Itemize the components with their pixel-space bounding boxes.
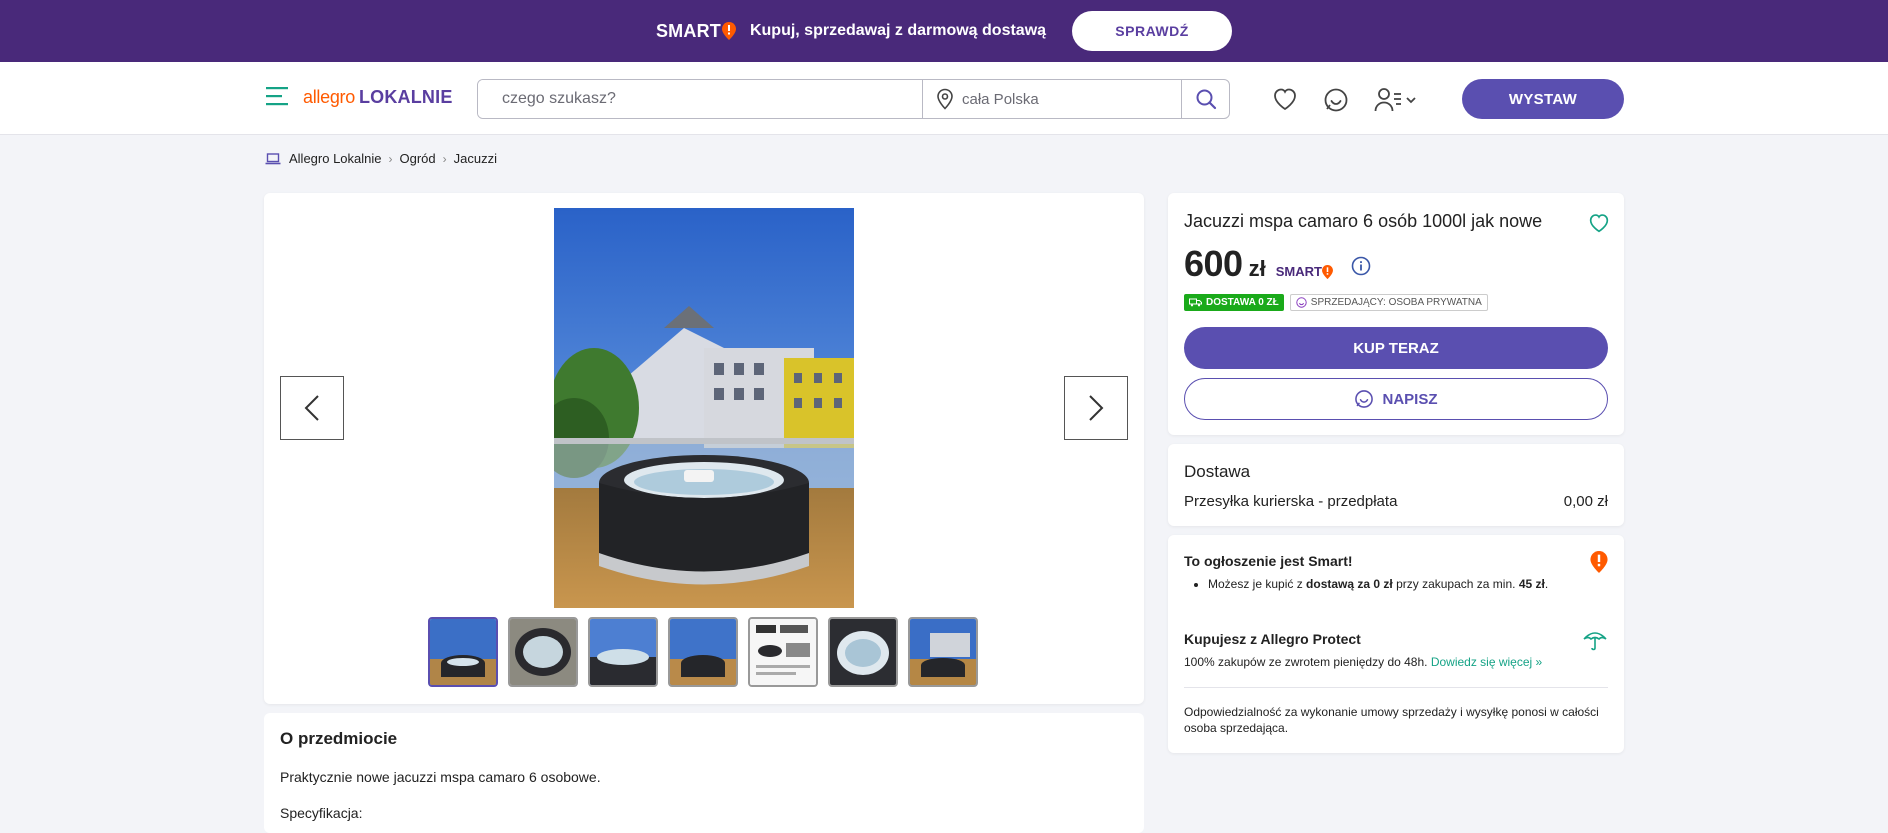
thumbnail[interactable]: [748, 617, 818, 687]
about-spec-label: Specyfikacja:: [280, 805, 363, 821]
smart-pin-icon: [721, 22, 736, 40]
smart-pin-icon: [1590, 551, 1608, 573]
message-seller-button[interactable]: NAPISZ: [1184, 378, 1608, 420]
search-input[interactable]: [478, 80, 923, 118]
breadcrumb-separator: ›: [388, 151, 393, 166]
delivery-option: Przesyłka kurierska - przedpłata 0,00 zł: [1184, 493, 1608, 510]
delivery-cost: 0,00 zł: [1563, 493, 1608, 510]
smart-benefits-list: Możesz je kupić z dostawą za 0 zł przy z…: [1208, 577, 1548, 591]
smiley-icon: [1296, 297, 1307, 308]
buy-now-button[interactable]: KUP TERAZ: [1184, 327, 1608, 369]
laptop-icon: [265, 152, 281, 164]
responsibility-note: Odpowiedzialność za wykonanie umowy sprz…: [1184, 705, 1599, 735]
protect-text: 100% zakupów ze zwrotem pieniędzy do 48h…: [1184, 655, 1543, 669]
delivery-card: Dostawa Przesyłka kurierska - przedpłata…: [1168, 444, 1624, 526]
thumbnail[interactable]: [588, 617, 658, 687]
breadcrumb-item-allegro-lokalnie[interactable]: Allegro Lokalnie: [289, 151, 382, 166]
allegro-lokalnie-logo[interactable]: allegro LOKALNIE: [303, 87, 453, 108]
delivery-heading: Dostawa: [1184, 462, 1251, 481]
main-photo[interactable]: [554, 208, 854, 608]
seller-badge: SPRZEDAJĄCY: OSOBA PRYWATNA: [1289, 294, 1488, 311]
thumbnail[interactable]: [828, 617, 898, 687]
thumbnail[interactable]: [908, 617, 978, 687]
location-pin-icon: [937, 88, 953, 110]
delivery-badge: DOSTAWA 0 ZŁ: [1184, 294, 1284, 311]
sprawdz-button[interactable]: SPRAWDŹ: [1072, 11, 1233, 51]
smart-badge: SMART: [1276, 264, 1333, 279]
truck-icon: [1189, 298, 1202, 307]
header: allegro LOKALNIE WYSTAW: [0, 62, 1888, 135]
breadcrumb-item-jacuzzi[interactable]: Jacuzzi: [454, 151, 497, 166]
chevron-down-icon: [1406, 97, 1416, 104]
location-field[interactable]: [923, 80, 1182, 118]
price-currency: zł: [1248, 256, 1266, 281]
breadcrumb-separator: ›: [442, 151, 447, 166]
location-input[interactable]: [962, 90, 1162, 108]
thumbnail-strip: [428, 617, 978, 687]
offer-title: Jacuzzi mspa camaro 6 osób 1000l jak now…: [1184, 211, 1543, 231]
offer-badges: DOSTAWA 0 ZŁ SPRZEDAJĄCY: OSOBA PRYWATNA: [1184, 294, 1488, 311]
breadcrumb: Allegro Lokalnie › Ogród › Jacuzzi: [265, 151, 497, 166]
search-icon: [1196, 89, 1216, 110]
photo-gallery: [264, 193, 1144, 704]
smart-logo: SMART: [656, 21, 736, 42]
promo-text: Kupuj, sprzedawaj z darmową dostawą: [749, 22, 1047, 39]
about-section: O przedmiocie Praktycznie nowe jacuzzi m…: [264, 713, 1144, 833]
smart-benefit-item: Możesz je kupić z dostawą za 0 zł przy z…: [1208, 577, 1548, 591]
chevron-right-icon: [1089, 395, 1104, 421]
chat-icon: [1355, 390, 1374, 408]
heart-icon[interactable]: [1588, 213, 1610, 233]
offer-card: Jacuzzi mspa camaro 6 osób 1000l jak now…: [1168, 193, 1624, 435]
protect-learn-more-link[interactable]: Dowiedz się więcej »: [1431, 655, 1542, 669]
wystaw-button[interactable]: WYSTAW: [1462, 79, 1624, 119]
chevron-left-icon: [304, 395, 319, 421]
thumbnail[interactable]: [668, 617, 738, 687]
thumbnail[interactable]: [508, 617, 578, 687]
search-bar: [477, 79, 1230, 119]
jacuzzi-photo: [554, 208, 854, 608]
about-heading: O przedmiocie: [280, 729, 398, 748]
protect-title: Kupujesz z Allegro Protect: [1184, 631, 1361, 647]
delivery-method: Przesyłka kurierska - przedpłata: [1184, 493, 1398, 510]
thumbnail[interactable]: [428, 617, 498, 687]
price-value: 600: [1184, 243, 1243, 284]
next-photo-button[interactable]: [1064, 376, 1128, 440]
umbrella-icon: [1583, 632, 1607, 651]
info-icon[interactable]: [1351, 256, 1371, 276]
about-description: Praktycznie nowe jacuzzi mspa camaro 6 o…: [280, 769, 601, 785]
promo-bar: SMART Kupuj, sprzedawaj z darmową dostaw…: [0, 0, 1888, 62]
user-menu[interactable]: [1374, 87, 1416, 113]
chat-icon[interactable]: [1323, 87, 1349, 113]
search-button[interactable]: [1182, 80, 1229, 118]
user-icon: [1374, 88, 1401, 112]
breadcrumb-item-ogrod[interactable]: Ogród: [400, 151, 436, 166]
price: 600 zł SMART: [1184, 243, 1333, 285]
smart-info-card: To ogłoszenie jest Smart! Możesz je kupi…: [1168, 535, 1624, 753]
previous-photo-button[interactable]: [280, 376, 344, 440]
menu-icon[interactable]: [266, 86, 290, 106]
smart-title: To ogłoszenie jest Smart!: [1184, 553, 1353, 569]
heart-icon[interactable]: [1272, 87, 1298, 111]
divider: [1184, 687, 1608, 688]
smart-pin-icon: [1321, 264, 1333, 279]
